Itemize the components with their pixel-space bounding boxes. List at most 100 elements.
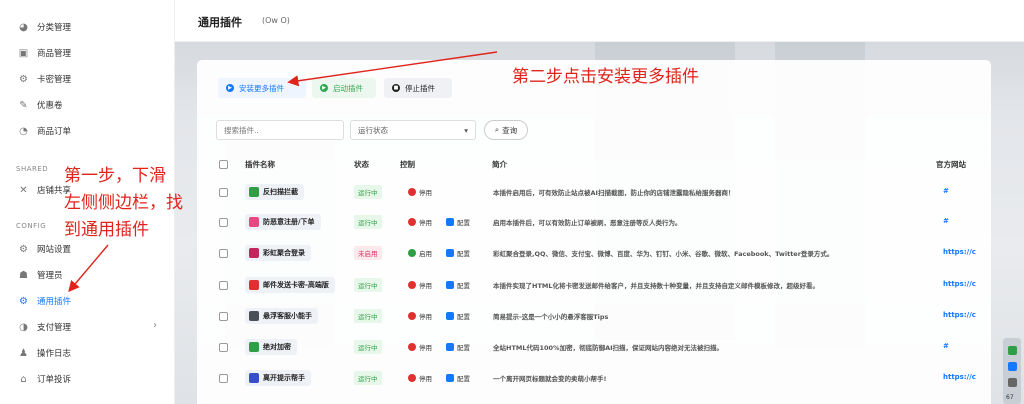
- plugin-name-tag[interactable]: 绝对加密: [245, 339, 297, 355]
- control-label: 停用: [419, 219, 432, 227]
- sidebar-item-card-key[interactable]: ⚙ 卡密管理: [18, 71, 71, 87]
- section-config: CONFIG: [16, 222, 47, 230]
- sidebar-item-logs[interactable]: ♟ 操作日志: [18, 345, 71, 361]
- page-title: 通用插件: [198, 16, 242, 29]
- column-header-control: 控制: [400, 160, 415, 169]
- sidebar-item-label: 优惠卷: [37, 101, 63, 111]
- plugin-icon: ⚙: [19, 295, 28, 307]
- shield-icon[interactable]: [1008, 346, 1017, 355]
- enable-plugin-button[interactable]: ▶ 启动插件: [312, 78, 376, 98]
- official-site-link[interactable]: #: [943, 217, 949, 225]
- row-checkbox[interactable]: [219, 249, 228, 258]
- config-button[interactable]: 配置: [446, 340, 470, 354]
- complaint-icon: ⌂: [20, 373, 27, 385]
- status-select[interactable]: 运行状态 ▾: [350, 120, 476, 140]
- stop-icon: ■: [392, 84, 400, 92]
- play-icon: ▶: [320, 84, 328, 92]
- chevron-right-icon[interactable]: ›: [153, 320, 157, 331]
- plugin-name: 防恶意注册/下单: [263, 218, 315, 226]
- status-select-value: 运行状态: [358, 125, 388, 135]
- plugin-description: 启用本插件后，可以有效防止订单被刷，恶意注册等反人类行为。: [493, 219, 682, 227]
- chevron-down-icon: ▾: [464, 125, 468, 135]
- column-header-desc: 简介: [492, 160, 507, 169]
- order-icon: ◔: [19, 125, 28, 137]
- gear-icon: [446, 249, 454, 257]
- row-checkbox[interactable]: [219, 312, 228, 321]
- menu-icon[interactable]: [1008, 378, 1017, 387]
- disable-button[interactable]: 停用: [408, 340, 432, 354]
- disable-button[interactable]: 停用: [408, 278, 432, 292]
- sidebar-item-plugins[interactable]: ⚙ 通用插件: [18, 293, 71, 309]
- control-label: 停用: [419, 344, 432, 352]
- config-button[interactable]: 配置: [446, 278, 470, 292]
- official-site-link[interactable]: #: [943, 187, 949, 195]
- sidebar-item-goods[interactable]: ▣ 商品管理: [18, 45, 71, 61]
- install-more-plugins-button[interactable]: ▶ 安装更多插件: [218, 78, 306, 98]
- sidebar-item-payment[interactable]: ◑ 支付管理: [18, 319, 71, 335]
- plugin-name-tag[interactable]: 彩虹聚合登录: [245, 245, 311, 261]
- plugin-name-tag[interactable]: 防恶意注册/下单: [245, 214, 321, 230]
- plugin-name: 彩虹聚合登录: [263, 249, 305, 257]
- button-label: 启动插件: [333, 83, 363, 93]
- row-checkbox[interactable]: [219, 374, 228, 383]
- sidebar-item-category[interactable]: ◕ 分类管理: [18, 19, 71, 35]
- select-all-checkbox[interactable]: [219, 160, 228, 169]
- section-shared: SHARED: [16, 165, 49, 173]
- plugin-name-tag[interactable]: 悬浮客服小能手: [245, 308, 318, 324]
- control-label: 配置: [457, 375, 470, 383]
- sidebar-item-label: 网站设置: [37, 245, 72, 255]
- search-input[interactable]: [216, 120, 344, 140]
- annotation-step2: 第二步点击安装更多插件: [512, 67, 699, 87]
- row-checkbox[interactable]: [219, 188, 228, 197]
- control-label: 配置: [457, 344, 470, 352]
- sidebar-item-site-settings[interactable]: ⚙ 网站设置: [18, 241, 71, 257]
- search-button[interactable]: ⌕ 查询: [484, 120, 528, 140]
- control-label: 停用: [419, 375, 432, 383]
- sidebar-item-admin[interactable]: ☗ 管理员: [18, 267, 63, 283]
- stop-circle-icon: [408, 312, 416, 320]
- column-header-site: 官方网站: [936, 160, 966, 169]
- row-checkbox[interactable]: [219, 343, 228, 352]
- official-site-link[interactable]: https://c: [943, 280, 976, 288]
- annotation-step1-line2: 左侧侧边栏，找: [64, 193, 183, 213]
- stop-circle-icon: [408, 374, 416, 382]
- row-checkbox[interactable]: [219, 281, 228, 290]
- plugin-name-tag[interactable]: 反扫描拦截: [245, 184, 304, 200]
- sidebar-item-complaint[interactable]: ⌂ 订单投诉: [18, 371, 71, 387]
- plugin-name: 悬浮客服小能手: [263, 312, 312, 320]
- config-button[interactable]: 配置: [446, 371, 470, 385]
- stop-plugin-button[interactable]: ■ 停止插件: [384, 78, 452, 98]
- disable-button[interactable]: 停用: [408, 185, 432, 199]
- plugin-icon: [249, 342, 259, 352]
- disable-button[interactable]: 停用: [408, 371, 432, 385]
- gear-icon: [446, 374, 454, 382]
- plugin-description: 全站HTML代码100%加密，彻底防御AI扫描，保证网站内容绝对无法被扫描。: [493, 344, 724, 352]
- widget-number: 67: [1006, 394, 1014, 401]
- stop-circle-icon: [408, 218, 416, 226]
- config-button[interactable]: 配置: [446, 246, 470, 260]
- enable-button[interactable]: 启用: [408, 246, 432, 260]
- plugin-name-tag[interactable]: 离开提示帮手: [245, 370, 311, 386]
- search-icon: ⌕: [494, 125, 500, 134]
- official-site-link[interactable]: https://c: [943, 248, 976, 256]
- app-icon[interactable]: [1008, 362, 1017, 371]
- sidebar-item-label: 商品管理: [37, 49, 72, 59]
- sidebar-item-order[interactable]: ◔ 商品订单: [18, 123, 71, 139]
- disable-button[interactable]: 停用: [408, 309, 432, 323]
- sidebar-item-coupon[interactable]: ✎ 优惠卷: [18, 97, 63, 113]
- disable-button[interactable]: 停用: [408, 215, 432, 229]
- play-icon: ▶: [226, 84, 234, 92]
- config-button[interactable]: 配置: [446, 309, 470, 323]
- annotation-step1-line1: 第一步，下滑: [64, 166, 166, 186]
- plugin-name-tag[interactable]: 邮件发送卡密-高端版: [245, 277, 335, 293]
- control-label: 配置: [457, 250, 470, 258]
- official-site-link[interactable]: #: [943, 342, 949, 350]
- plugin-name: 邮件发送卡密-高端版: [263, 281, 329, 289]
- control-label: 停用: [419, 189, 432, 197]
- official-site-link[interactable]: https://c: [943, 373, 976, 381]
- official-site-link[interactable]: https://c: [943, 311, 976, 319]
- config-button[interactable]: 配置: [446, 215, 470, 229]
- stop-circle-icon: [408, 188, 416, 196]
- plugin-description: 简易提示-这是一个小小的悬浮客服Tips: [493, 313, 609, 321]
- row-checkbox[interactable]: [219, 218, 228, 227]
